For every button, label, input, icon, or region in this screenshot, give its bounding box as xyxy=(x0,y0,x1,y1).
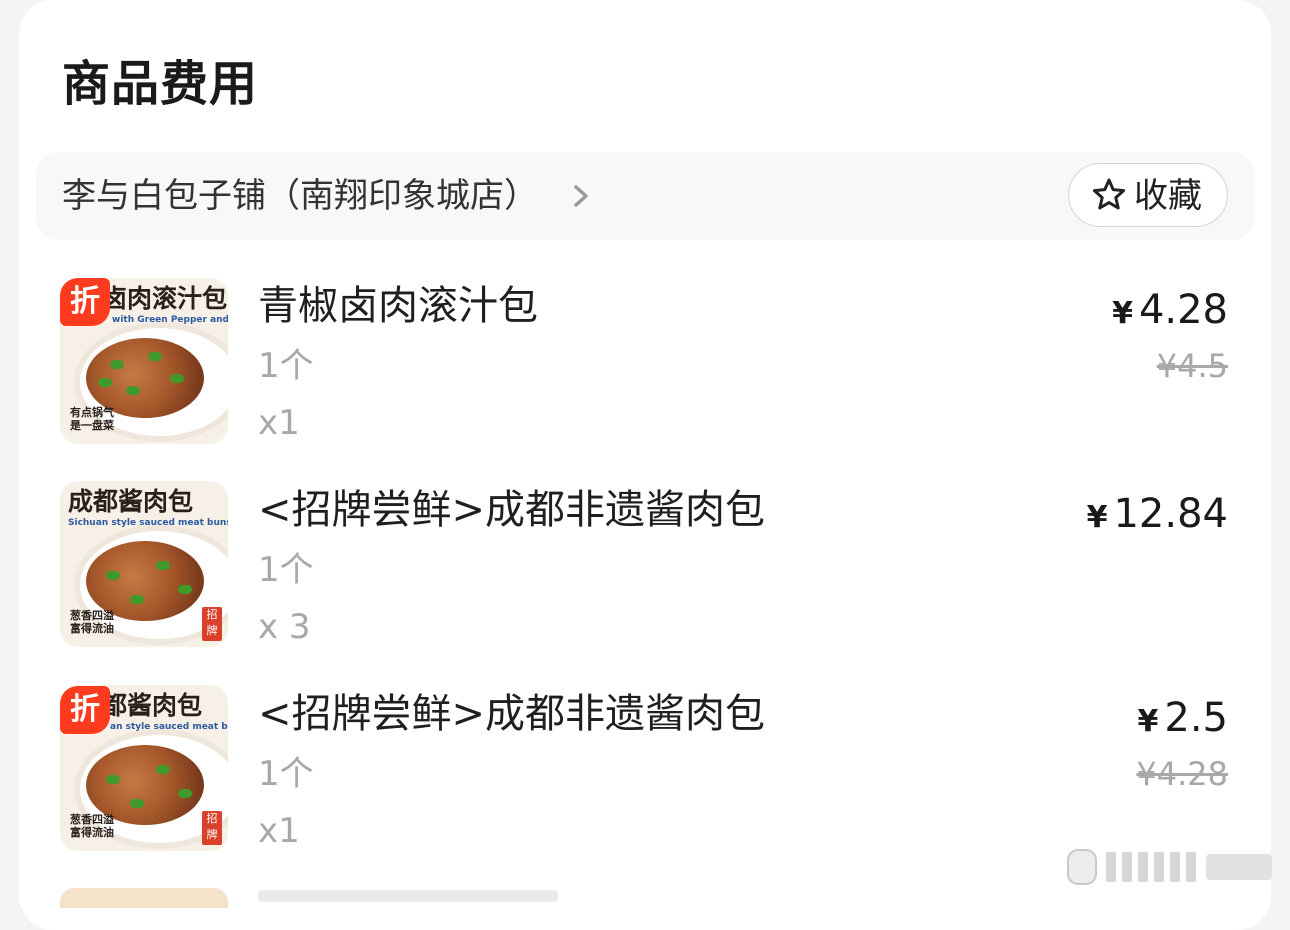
pepper xyxy=(178,585,192,594)
favorite-label[interactable]: 收藏 xyxy=(1134,174,1202,218)
item-name[interactable]: <招牌尝鲜>成都非遗酱肉包 xyxy=(258,688,765,740)
pepper xyxy=(156,561,170,570)
pepper xyxy=(126,386,140,395)
product-image-title: 都酱肉包 xyxy=(102,691,203,720)
item-price: ¥4.28 xyxy=(1112,284,1228,340)
pepper xyxy=(156,765,170,774)
pepper xyxy=(148,352,162,361)
store-name[interactable]: 李与白包子铺（南翔印象城店） xyxy=(62,174,538,218)
item-spec: 1个 xyxy=(258,550,314,590)
price-value: 2.5 xyxy=(1164,695,1228,741)
product-image-title: 卤肉滚汁包 xyxy=(102,284,228,313)
item-spec: 1个 xyxy=(258,754,314,794)
next-item-name xyxy=(258,890,558,902)
item-quantity: x1 xyxy=(258,403,300,443)
currency-symbol: ¥ xyxy=(1086,500,1108,535)
currency-symbol: ¥ xyxy=(1112,296,1133,331)
chevron-right-icon[interactable] xyxy=(568,182,594,210)
product-image-title: 成都酱肉包 xyxy=(68,487,194,516)
pepper xyxy=(106,571,120,580)
footer-line: 葱香四溢 xyxy=(70,813,114,826)
pepper xyxy=(170,374,184,383)
pepper xyxy=(106,775,120,784)
discount-badge: 折 xyxy=(60,278,110,326)
original-price: ¥4.28 xyxy=(1136,755,1228,793)
next-item-image xyxy=(60,888,228,908)
section-title: 商品费用 xyxy=(62,56,259,112)
pepper xyxy=(98,378,112,387)
item-name[interactable]: 青椒卤肉滚汁包 xyxy=(258,280,538,332)
product-image-footer: 有点锅气 是一盘菜 xyxy=(70,406,114,432)
footer-line: 富得流油 xyxy=(70,622,114,635)
pepper xyxy=(130,799,144,808)
item-spec: 1个 xyxy=(258,346,314,386)
signature-stamp: 招牌 xyxy=(202,607,222,641)
item-quantity: x1 xyxy=(258,811,300,851)
star-outline-icon[interactable] xyxy=(1090,176,1128,214)
currency-symbol: ¥ xyxy=(1137,704,1159,739)
footer-line: 富得流油 xyxy=(70,826,114,839)
product-image[interactable]: 成都酱肉包 Sichuan style sauced meat buns 葱香四… xyxy=(60,481,228,647)
footer-line: 葱香四溢 xyxy=(70,609,114,622)
product-image-footer: 葱香四溢 富得流油 xyxy=(70,609,114,635)
item-price: ¥12.84 xyxy=(1087,488,1228,544)
product-image-footer: 葱香四溢 富得流油 xyxy=(70,813,114,839)
item-quantity: x 3 xyxy=(258,607,311,647)
pepper xyxy=(178,789,192,798)
price-value: 4.28 xyxy=(1138,287,1228,333)
discount-badge: 折 xyxy=(60,686,110,734)
footer-line: 是一盘菜 xyxy=(70,419,114,432)
item-price: ¥2.5 xyxy=(1138,692,1229,748)
footer-line: 有点锅气 xyxy=(70,406,114,419)
original-price: ¥4.5 xyxy=(1156,347,1228,385)
price-value: 12.84 xyxy=(1113,491,1228,537)
pepper xyxy=(130,595,144,604)
signature-stamp: 招牌 xyxy=(202,811,222,845)
item-name[interactable]: <招牌尝鲜>成都非遗酱肉包 xyxy=(258,484,765,536)
weibo-watermark xyxy=(1067,849,1272,885)
pepper xyxy=(110,360,124,369)
